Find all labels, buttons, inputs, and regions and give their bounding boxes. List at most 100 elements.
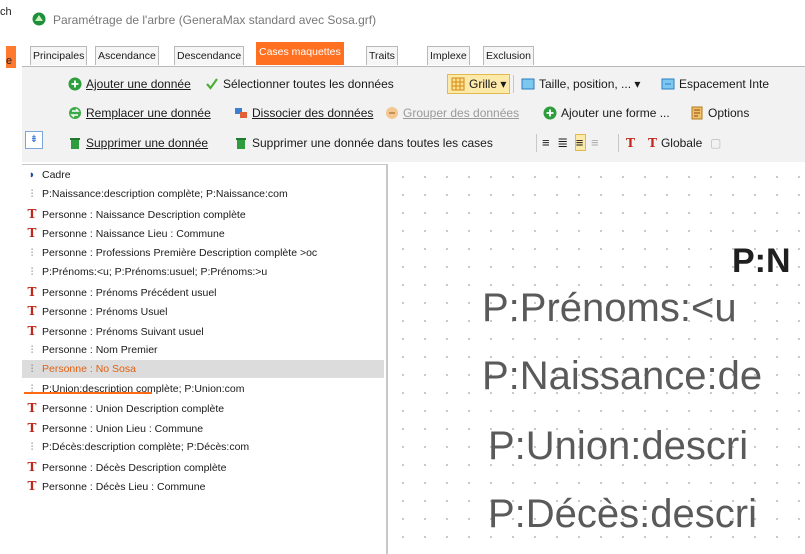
tree-item[interactable]: T Personne : Décès Lieu : Commune: [22, 477, 384, 495]
text-data-icon: T: [27, 460, 37, 474]
text-data-icon: T: [27, 324, 37, 338]
group-data-button[interactable]: Grouper des données: [385, 103, 519, 123]
tab-descendance[interactable]: Descendance: [174, 46, 245, 65]
checkmark-icon: [206, 78, 218, 90]
select-all-button[interactable]: Sélectionner toutes les données: [205, 74, 394, 94]
tree-item[interactable]: ⫶ Personne : Professions Première Descrip…: [22, 244, 384, 262]
frame-icon: ◗: [28, 169, 36, 181]
text-data-icon: T: [27, 401, 37, 415]
spacing-icon: [661, 78, 675, 90]
preview-heading[interactable]: P:N: [732, 242, 791, 281]
ribbon-toolbar: Ajouter une donnée Sélectionner toutes l…: [22, 67, 805, 162]
tree-item[interactable]: T Personne : Union Lieu : Commune: [22, 419, 384, 437]
tree-item[interactable]: ◗ Cadre: [22, 166, 384, 184]
tree-item-label: Personne : No Sosa: [42, 363, 136, 375]
chevron-down-icon: ▾: [497, 77, 507, 91]
text-data-icon: T: [27, 304, 37, 318]
tree-item-label: Personne : Professions Première Descript…: [42, 247, 318, 259]
grid-dropdown[interactable]: Grille ▾: [447, 74, 511, 94]
add-data-button[interactable]: Ajouter une donnée: [68, 74, 191, 94]
tree-item[interactable]: T Personne : Naissance Description complè…: [22, 205, 384, 223]
tab-ascendance[interactable]: Ascendance: [95, 46, 159, 65]
dissociate-data-button[interactable]: Dissocier des données: [234, 103, 373, 123]
background-window-strip: [0, 0, 22, 553]
tree-item[interactable]: T Personne : Prénoms Précédent usuel: [22, 283, 384, 301]
text-data-icon: T: [27, 207, 37, 221]
tree-item[interactable]: ⫶ P:Prénoms:<u; P:Prénoms:usuel; P:Prénom…: [22, 263, 384, 281]
options-icon: [691, 106, 703, 120]
tree-item[interactable]: T Personne : Naissance Lieu : Commune: [22, 224, 384, 242]
group-icon: [386, 107, 398, 119]
frame-icon: ▢: [710, 136, 722, 150]
compound-data-icon: ⫶: [30, 248, 34, 259]
tree-item-selected[interactable]: ⫶ Personne : No Sosa: [22, 360, 384, 378]
background-window-text: ch: [0, 6, 12, 18]
tab-principales[interactable]: Principales: [30, 46, 88, 65]
size-position-dropdown[interactable]: Taille, position, ... ▾: [521, 74, 640, 94]
tree-item[interactable]: T Personne : Décès Description complète: [22, 458, 384, 476]
replace-data-label: Remplacer une donnée: [86, 106, 211, 120]
justify-icon[interactable]: ≡: [591, 135, 601, 150]
add-shape-label: Ajouter une forme ...: [561, 106, 670, 120]
tree-item-label: Personne : Union Description complète: [42, 403, 225, 415]
delete-data-button[interactable]: Supprimer une donnée: [68, 133, 208, 153]
align-left-icon[interactable]: ≡: [542, 135, 552, 150]
tree-item-label: Personne : Naissance Lieu : Commune: [42, 228, 225, 240]
tab-traits[interactable]: Traits: [366, 46, 398, 65]
text-font-button[interactable]: T: [626, 133, 635, 153]
tree-item-label: Personne : Prénoms Usuel: [42, 306, 168, 318]
global-font-button[interactable]: T Globale: [648, 133, 702, 153]
text-format-icon: T: [648, 136, 657, 150]
tree-item-label: P:Prénoms:<u; P:Prénoms:usuel; P:Prénoms…: [42, 266, 268, 278]
tree-item-label: Personne : Prénoms Précédent usuel: [42, 287, 217, 299]
tree-item[interactable]: ⫶ P:Décès:description complète; P:Décès:c…: [22, 438, 384, 456]
preview-field[interactable]: P:Naissance:de: [482, 354, 762, 399]
dissociate-icon: [235, 108, 247, 118]
tab-implexe[interactable]: Implexe: [427, 46, 470, 65]
options-label: Options: [708, 106, 750, 120]
tree-item[interactable]: T Personne : Union Description complète: [22, 399, 384, 417]
grid-label: Grille: [469, 77, 498, 91]
tree-item[interactable]: ⫶ Personne : Nom Premier: [22, 341, 384, 359]
app-icon: [32, 12, 46, 26]
tree-item-label: P:Naissance:description complète; P:Nais…: [42, 188, 288, 200]
tab-cases-maquettes[interactable]: Cases maquettes: [256, 42, 344, 65]
grid-icon: [451, 77, 465, 91]
add-data-label: Ajouter une donnée: [86, 77, 191, 91]
toolbar-divider: [618, 134, 619, 152]
align-right-icon[interactable]: ≡: [574, 134, 587, 151]
tree-item-label: Personne : Prénoms Suivant usuel: [42, 326, 204, 338]
toolbar-divider: [536, 134, 537, 152]
preview-field[interactable]: P:Prénoms:<u: [482, 286, 737, 331]
tree-item-label: Personne : Naissance Description complèt…: [42, 209, 246, 221]
tab-exclusion[interactable]: Exclusion: [483, 46, 534, 65]
trash-icon: [70, 138, 80, 149]
preview-field[interactable]: P:Union:descri: [488, 424, 748, 469]
background-window-tab-text: e: [6, 55, 13, 67]
text-data-icon: T: [27, 421, 37, 435]
tree-item[interactable]: T Personne : Prénoms Suivant usuel: [22, 322, 384, 340]
size-position-label: Taille, position, ...: [539, 77, 632, 91]
compound-data-icon: ⫶: [30, 384, 34, 395]
collapse-ribbon-button[interactable]: ⇟: [25, 131, 43, 149]
spacing-label: Espacement Inte: [679, 77, 770, 91]
options-button[interactable]: Options: [690, 103, 749, 123]
layout-preview-canvas[interactable]: P:N P:Prénoms:<u P:Naissance:de P:Union:…: [388, 164, 805, 553]
swap-icon: [69, 107, 81, 119]
frame-button[interactable]: ▢: [710, 133, 721, 153]
resize-icon: [521, 78, 535, 90]
tree-item[interactable]: ⫶ P:Naissance:description complète; P:Nai…: [22, 185, 384, 203]
replace-data-button[interactable]: Remplacer une donnée: [68, 103, 211, 123]
select-all-label: Sélectionner toutes les données: [223, 77, 394, 91]
add-shape-button[interactable]: Ajouter une forme ...: [543, 103, 670, 123]
delete-all-cases-button[interactable]: Supprimer une donnée dans toutes les cas…: [234, 133, 493, 153]
tree-item[interactable]: ⫶ P:Union:description complète; P:Union:c…: [22, 380, 384, 398]
alignment-group: ≡ ≣ ≡ ≡: [542, 133, 601, 153]
delete-data-label: Supprimer une donnée: [86, 136, 209, 150]
selection-highlight-mark: [24, 392, 152, 394]
data-tree: ◗ Cadre ⫶ P:Naissance:description complète…: [22, 164, 388, 554]
align-center-icon[interactable]: ≣: [557, 135, 570, 150]
tree-item[interactable]: T Personne : Prénoms Usuel: [22, 302, 384, 320]
spacing-button[interactable]: Espacement Inte: [661, 74, 769, 94]
preview-field[interactable]: P:Décès:descri: [488, 492, 757, 537]
